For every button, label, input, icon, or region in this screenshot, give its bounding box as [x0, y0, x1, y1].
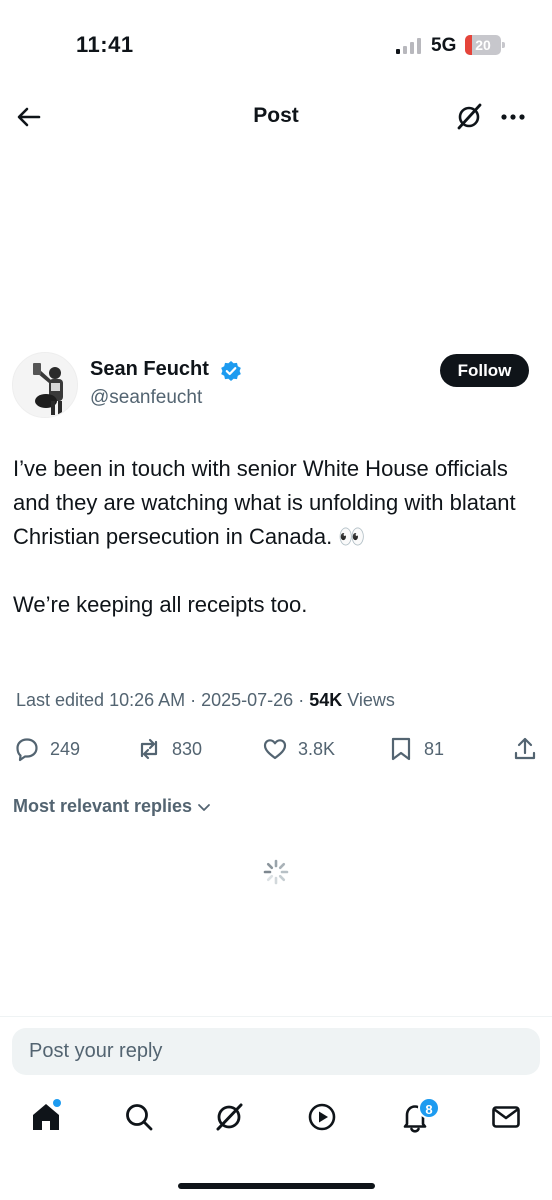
divider	[0, 1016, 552, 1017]
views-count: 54K	[309, 690, 343, 710]
tab-spaces[interactable]	[305, 1100, 339, 1134]
reply-icon	[16, 738, 38, 762]
reply-input[interactable]	[12, 1028, 540, 1075]
tweet-text: I’ve been in touch with senior White Hou…	[13, 452, 543, 622]
notifications-badge: 8	[418, 1097, 440, 1119]
bookmark-count: 81	[424, 738, 445, 759]
tab-search[interactable]	[122, 1100, 156, 1134]
battery-icon: 20	[465, 35, 505, 55]
author-display-name[interactable]: Sean Feucht	[90, 358, 209, 381]
verified-badge-icon	[221, 361, 241, 381]
tab-grok[interactable]	[212, 1100, 246, 1134]
status-bar: 11:41 5G 20	[0, 0, 552, 90]
tweet-paragraph: I’ve been in touch with senior White Hou…	[13, 456, 516, 549]
share-button[interactable]	[512, 734, 548, 764]
replies-sort-dropdown[interactable]: Most relevant replies	[13, 796, 212, 817]
grok-icon[interactable]	[453, 101, 485, 133]
edited-timestamp[interactable]: Last edited 10:26 AM · 2025-07-26 ·	[16, 690, 309, 710]
reply-button[interactable]: 249	[14, 734, 80, 764]
play-circle-icon	[308, 1103, 336, 1131]
home-indicator	[178, 1183, 375, 1189]
cellular-signal-icon	[396, 38, 421, 54]
repost-button[interactable]: 830	[136, 734, 202, 764]
status-time: 11:41	[76, 32, 134, 57]
bookmark-icon	[391, 737, 411, 761]
home-unread-dot	[53, 1099, 61, 1107]
grok-icon	[216, 1103, 243, 1131]
loading-spinner-icon	[263, 859, 289, 885]
tweet-meta: Last edited 10:26 AM · 2025-07-26 · 54K …	[16, 690, 395, 711]
search-icon	[126, 1104, 153, 1131]
battery-percent: 20	[475, 37, 491, 53]
tab-messages[interactable]	[489, 1100, 523, 1134]
views-label: Views	[342, 690, 395, 710]
avatar[interactable]	[12, 352, 78, 418]
tweet-paragraph: We’re keeping all receipts too.	[13, 592, 308, 617]
follow-button[interactable]: Follow	[440, 354, 529, 387]
heart-icon	[263, 739, 287, 760]
network-type: 5G	[431, 35, 457, 56]
repost-icon	[140, 738, 158, 760]
like-count: 3.8K	[298, 738, 336, 759]
author-handle[interactable]: @seanfeucht	[90, 387, 202, 409]
more-horizontal-icon[interactable]	[498, 102, 528, 132]
share-icon	[514, 737, 536, 760]
chevron-down-icon	[198, 803, 210, 811]
bookmark-button[interactable]: 81	[388, 734, 444, 764]
like-button[interactable]: 3.8K	[262, 734, 335, 764]
envelope-icon	[492, 1106, 520, 1128]
top-nav-bar: Post	[0, 90, 552, 142]
replies-sort-label: Most relevant replies	[13, 796, 193, 816]
repost-count: 830	[172, 738, 203, 759]
reply-count: 249	[50, 738, 81, 759]
avatar-image	[13, 353, 77, 417]
